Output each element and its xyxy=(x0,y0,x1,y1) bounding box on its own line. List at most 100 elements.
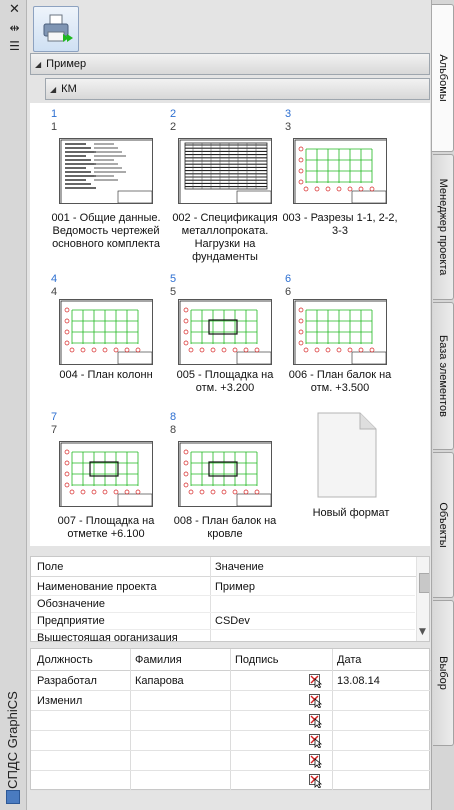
scrollbar-thumb[interactable] xyxy=(419,573,429,593)
property-field: Обозначение xyxy=(37,598,106,610)
sheet-number-link[interactable]: 1 xyxy=(51,108,57,120)
sheet-thumbnail[interactable] xyxy=(178,299,272,365)
tab-project-manager[interactable]: Менеджер проекта xyxy=(433,154,454,300)
properties-row[interactable]: Предприятие CSDev xyxy=(31,613,415,630)
sheet-number: 4 xyxy=(51,286,58,298)
column-header-role: Должность xyxy=(37,654,93,666)
signature-pick-icon[interactable] xyxy=(309,714,323,728)
signature-row[interactable]: Изменил xyxy=(31,691,431,711)
tab-label: Объекты xyxy=(437,502,449,548)
signature-row[interactable] xyxy=(31,731,431,751)
tab-objects[interactable]: Объекты xyxy=(433,452,454,598)
section-group-header[interactable]: ◢ КМ xyxy=(45,78,430,100)
sheet-number: 2 xyxy=(170,121,177,133)
new-format-label: Новый формат xyxy=(312,507,390,519)
side-tabs: Альбомы Менеджер проекта База элементов Объ… xyxy=(432,0,454,810)
albums-panel: ◢ Пример ◢ КМ Новый формат 1 1 001 - Общие… xyxy=(27,0,432,810)
sheet-number: 8 xyxy=(170,424,177,436)
sheet-thumbnail[interactable] xyxy=(178,138,272,204)
sheet-caption: 005 - Площадка на отм. +3.200 xyxy=(176,369,274,394)
sheet-thumbnail[interactable] xyxy=(59,299,153,365)
sheet-thumbnail[interactable] xyxy=(59,138,153,204)
palette-title: СПДС GraphiCS xyxy=(5,691,20,789)
property-field: Наименование проекта xyxy=(37,581,157,593)
sheet-caption: 007 - Площадка на отметке +6.100 xyxy=(57,515,155,540)
sheet-number: 5 xyxy=(170,286,177,298)
scroll-down-icon[interactable]: ▼ xyxy=(419,627,426,637)
signature-row[interactable] xyxy=(31,771,431,791)
printer-icon xyxy=(43,14,73,42)
tab-label: База элементов xyxy=(437,335,449,417)
sheet-number-link[interactable]: 7 xyxy=(51,411,57,423)
properties-scrollbar[interactable]: ▼ xyxy=(416,557,429,641)
sheet-caption: 008 - План балок на кровле xyxy=(173,515,277,540)
sheet-number-link[interactable]: 2 xyxy=(170,108,176,120)
tab-label: Выбор xyxy=(437,656,449,690)
column-header-signature: Подпись xyxy=(235,654,279,666)
signature-role[interactable]: Разработал xyxy=(37,675,97,687)
property-value[interactable]: CSDev xyxy=(215,615,250,627)
properties-row[interactable]: Обозначение xyxy=(31,596,415,613)
section-label: КМ xyxy=(61,83,77,95)
sheet-caption: 001 - Общие данные. Ведомость чертежей о… xyxy=(51,212,161,250)
signature-row[interactable]: Разработал Капарова 13.08.14 xyxy=(31,671,431,691)
signature-pick-icon[interactable] xyxy=(309,774,323,788)
sheet-number-link[interactable]: 5 xyxy=(170,273,176,285)
sheet-number-link[interactable]: 8 xyxy=(170,411,176,423)
tab-selection[interactable]: Выбор xyxy=(433,600,454,746)
blank-document-icon xyxy=(317,412,377,498)
collapse-triangle-icon: ◢ xyxy=(35,59,42,69)
sheet-thumbnail[interactable] xyxy=(293,299,387,365)
sheet-number: 6 xyxy=(285,286,292,298)
toolbar xyxy=(31,4,429,52)
sheet-thumbnail[interactable] xyxy=(59,441,153,507)
pin-icon[interactable]: ⇹ xyxy=(8,22,21,34)
album-label: Пример xyxy=(46,58,87,70)
properties-row[interactable]: Наименование проекта Пример xyxy=(31,579,415,596)
sheet-thumbnails: Новый формат 1 1 001 - Общие данные. Ведом… xyxy=(30,103,430,546)
sheet-number-link[interactable]: 3 xyxy=(285,108,291,120)
sheet-number: 3 xyxy=(285,121,292,133)
album-group-header[interactable]: ◢ Пример xyxy=(30,53,430,75)
sheet-number-link[interactable]: 6 xyxy=(285,273,291,285)
collapse-triangle-icon: ◢ xyxy=(50,84,57,94)
signatures-table: Должность Фамилия Подпись Дата Разработа… xyxy=(30,648,431,791)
sheet-caption: 004 - План колонн xyxy=(59,369,153,381)
sheet-number-link[interactable]: 4 xyxy=(51,273,57,285)
signature-pick-icon[interactable] xyxy=(309,754,323,768)
property-value[interactable]: Пример xyxy=(215,581,255,593)
column-header-field: Поле xyxy=(37,561,64,573)
signature-name[interactable]: Капарова xyxy=(135,675,184,687)
properties-header: Поле Значение xyxy=(31,557,429,577)
properties-grid: Поле Значение Наименование проекта Пример… xyxy=(30,556,430,642)
sheet-thumbnail[interactable] xyxy=(178,441,272,507)
signature-pick-icon[interactable] xyxy=(309,734,323,748)
tab-albums[interactable]: Альбомы xyxy=(432,4,454,152)
signature-row[interactable] xyxy=(31,711,431,731)
app-icon xyxy=(6,790,20,804)
properties-row[interactable]: Вышестоящая организация xyxy=(31,630,415,642)
signatures-header: Должность Фамилия Подпись Дата xyxy=(31,649,431,671)
tab-label: Альбомы xyxy=(436,54,449,102)
signature-pick-icon[interactable] xyxy=(309,694,323,708)
print-button[interactable] xyxy=(33,6,79,52)
sheet-number: 7 xyxy=(51,424,58,436)
signature-role[interactable]: Изменил xyxy=(37,695,82,707)
sheet-caption: 006 - План балок на отм. +3.500 xyxy=(288,369,392,394)
property-field: Вышестоящая организация xyxy=(37,632,178,642)
sheet-caption: 003 - Разрезы 1-1, 2-2, 3-3 xyxy=(282,212,398,237)
signature-row[interactable] xyxy=(31,751,431,771)
column-header-value: Значение xyxy=(215,561,264,573)
close-icon[interactable]: ✕ xyxy=(8,3,21,16)
column-header-name: Фамилия xyxy=(135,654,182,666)
sheet-caption: 002 - Спецификация металлопроката. Нагру… xyxy=(172,212,278,263)
menu-icon[interactable]: ☰ xyxy=(8,40,21,52)
sheet-thumbnail[interactable] xyxy=(293,138,387,204)
palette-title-bar: ✕ ⇹ ☰ СПДС GraphiCS xyxy=(0,0,27,810)
signature-date[interactable]: 13.08.14 xyxy=(337,675,380,687)
signature-pick-icon[interactable] xyxy=(309,674,323,688)
property-field: Предприятие xyxy=(37,615,105,627)
column-header-date: Дата xyxy=(337,654,362,666)
sheet-number: 1 xyxy=(51,121,58,133)
tab-elements-base[interactable]: База элементов xyxy=(433,302,454,450)
